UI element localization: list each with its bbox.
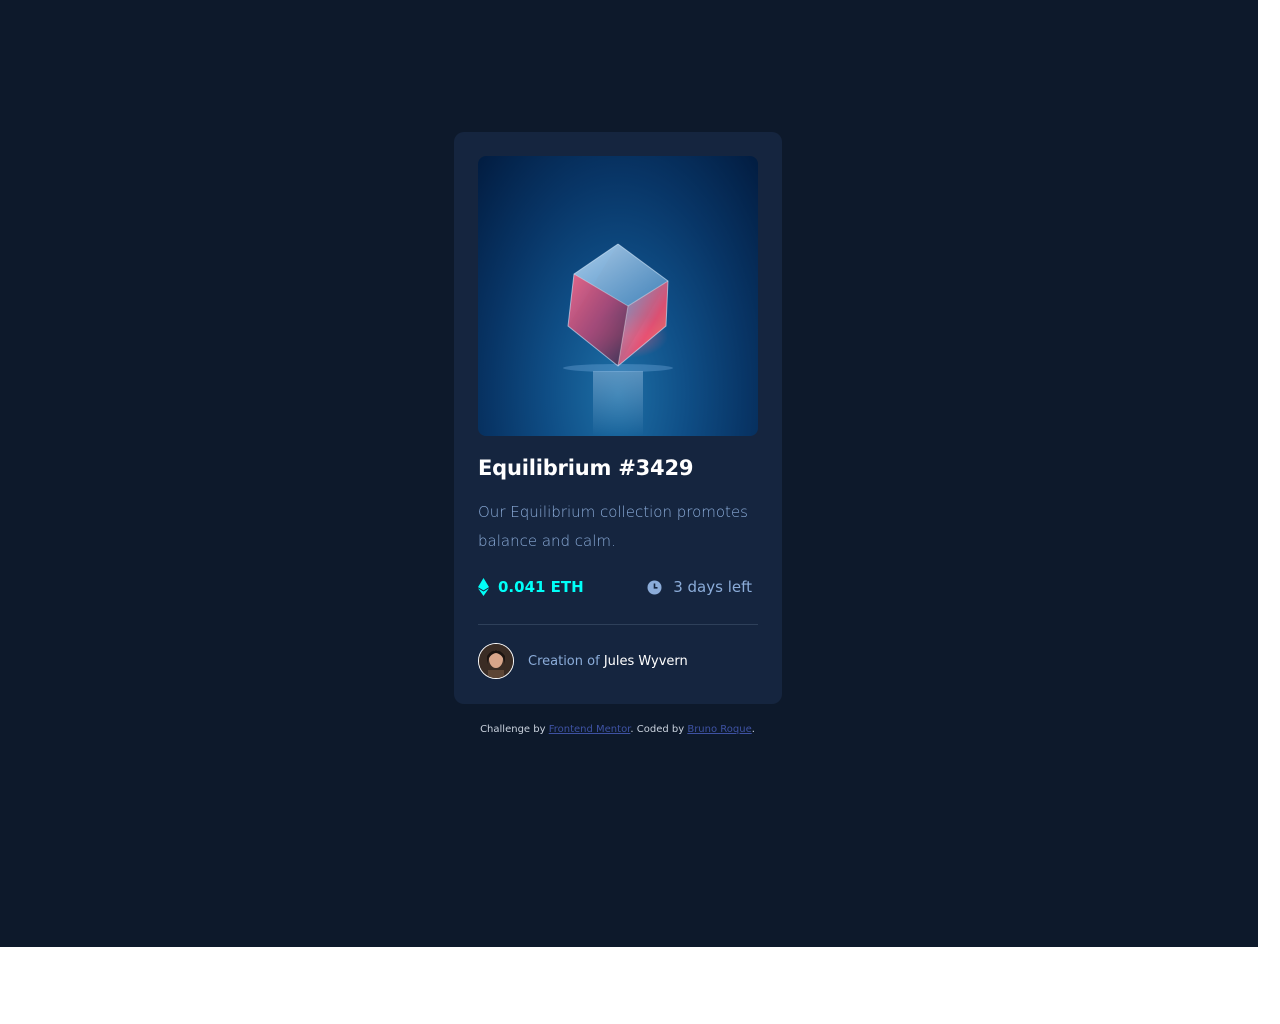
creator-row: Creation of Jules Wyvern — [478, 643, 688, 679]
cube-image — [563, 243, 673, 436]
footer-end: . — [751, 724, 755, 735]
time-left-group: 3 days left — [647, 578, 752, 596]
time-left-value: 3 days left — [673, 578, 752, 596]
footer-challenge-prefix: Challenge by — [480, 724, 546, 735]
frontend-mentor-link[interactable]: Frontend Mentor — [549, 724, 631, 735]
creator-name-link[interactable]: Jules Wyvern — [604, 654, 688, 669]
card-title[interactable]: Equilibrium #3429 — [478, 456, 693, 480]
card-meta: 0.041 ETH 3 days left — [478, 578, 758, 600]
nft-card: Equilibrium #3429 Our Equilibrium collec… — [454, 132, 782, 704]
creator-label: Creation of Jules Wyvern — [528, 654, 688, 669]
page-background: Equilibrium #3429 Our Equilibrium collec… — [0, 0, 1258, 947]
divider — [478, 624, 758, 625]
creator-prefix: Creation of — [528, 653, 600, 669]
avatar — [478, 643, 514, 679]
ethereum-icon — [478, 578, 489, 596]
price-value: 0.041 ETH — [498, 578, 584, 596]
footer-coded-prefix: . Coded by — [630, 724, 685, 735]
clock-icon — [647, 580, 662, 594]
nft-hero-image[interactable] — [478, 156, 758, 436]
author-link[interactable]: Bruno Roque — [687, 724, 751, 735]
attribution-footer: Challenge by Frontend Mentor. Coded by B… — [0, 724, 1235, 735]
price-group: 0.041 ETH — [478, 578, 584, 596]
card-description: Our Equilibrium collection promotes bala… — [478, 503, 748, 550]
